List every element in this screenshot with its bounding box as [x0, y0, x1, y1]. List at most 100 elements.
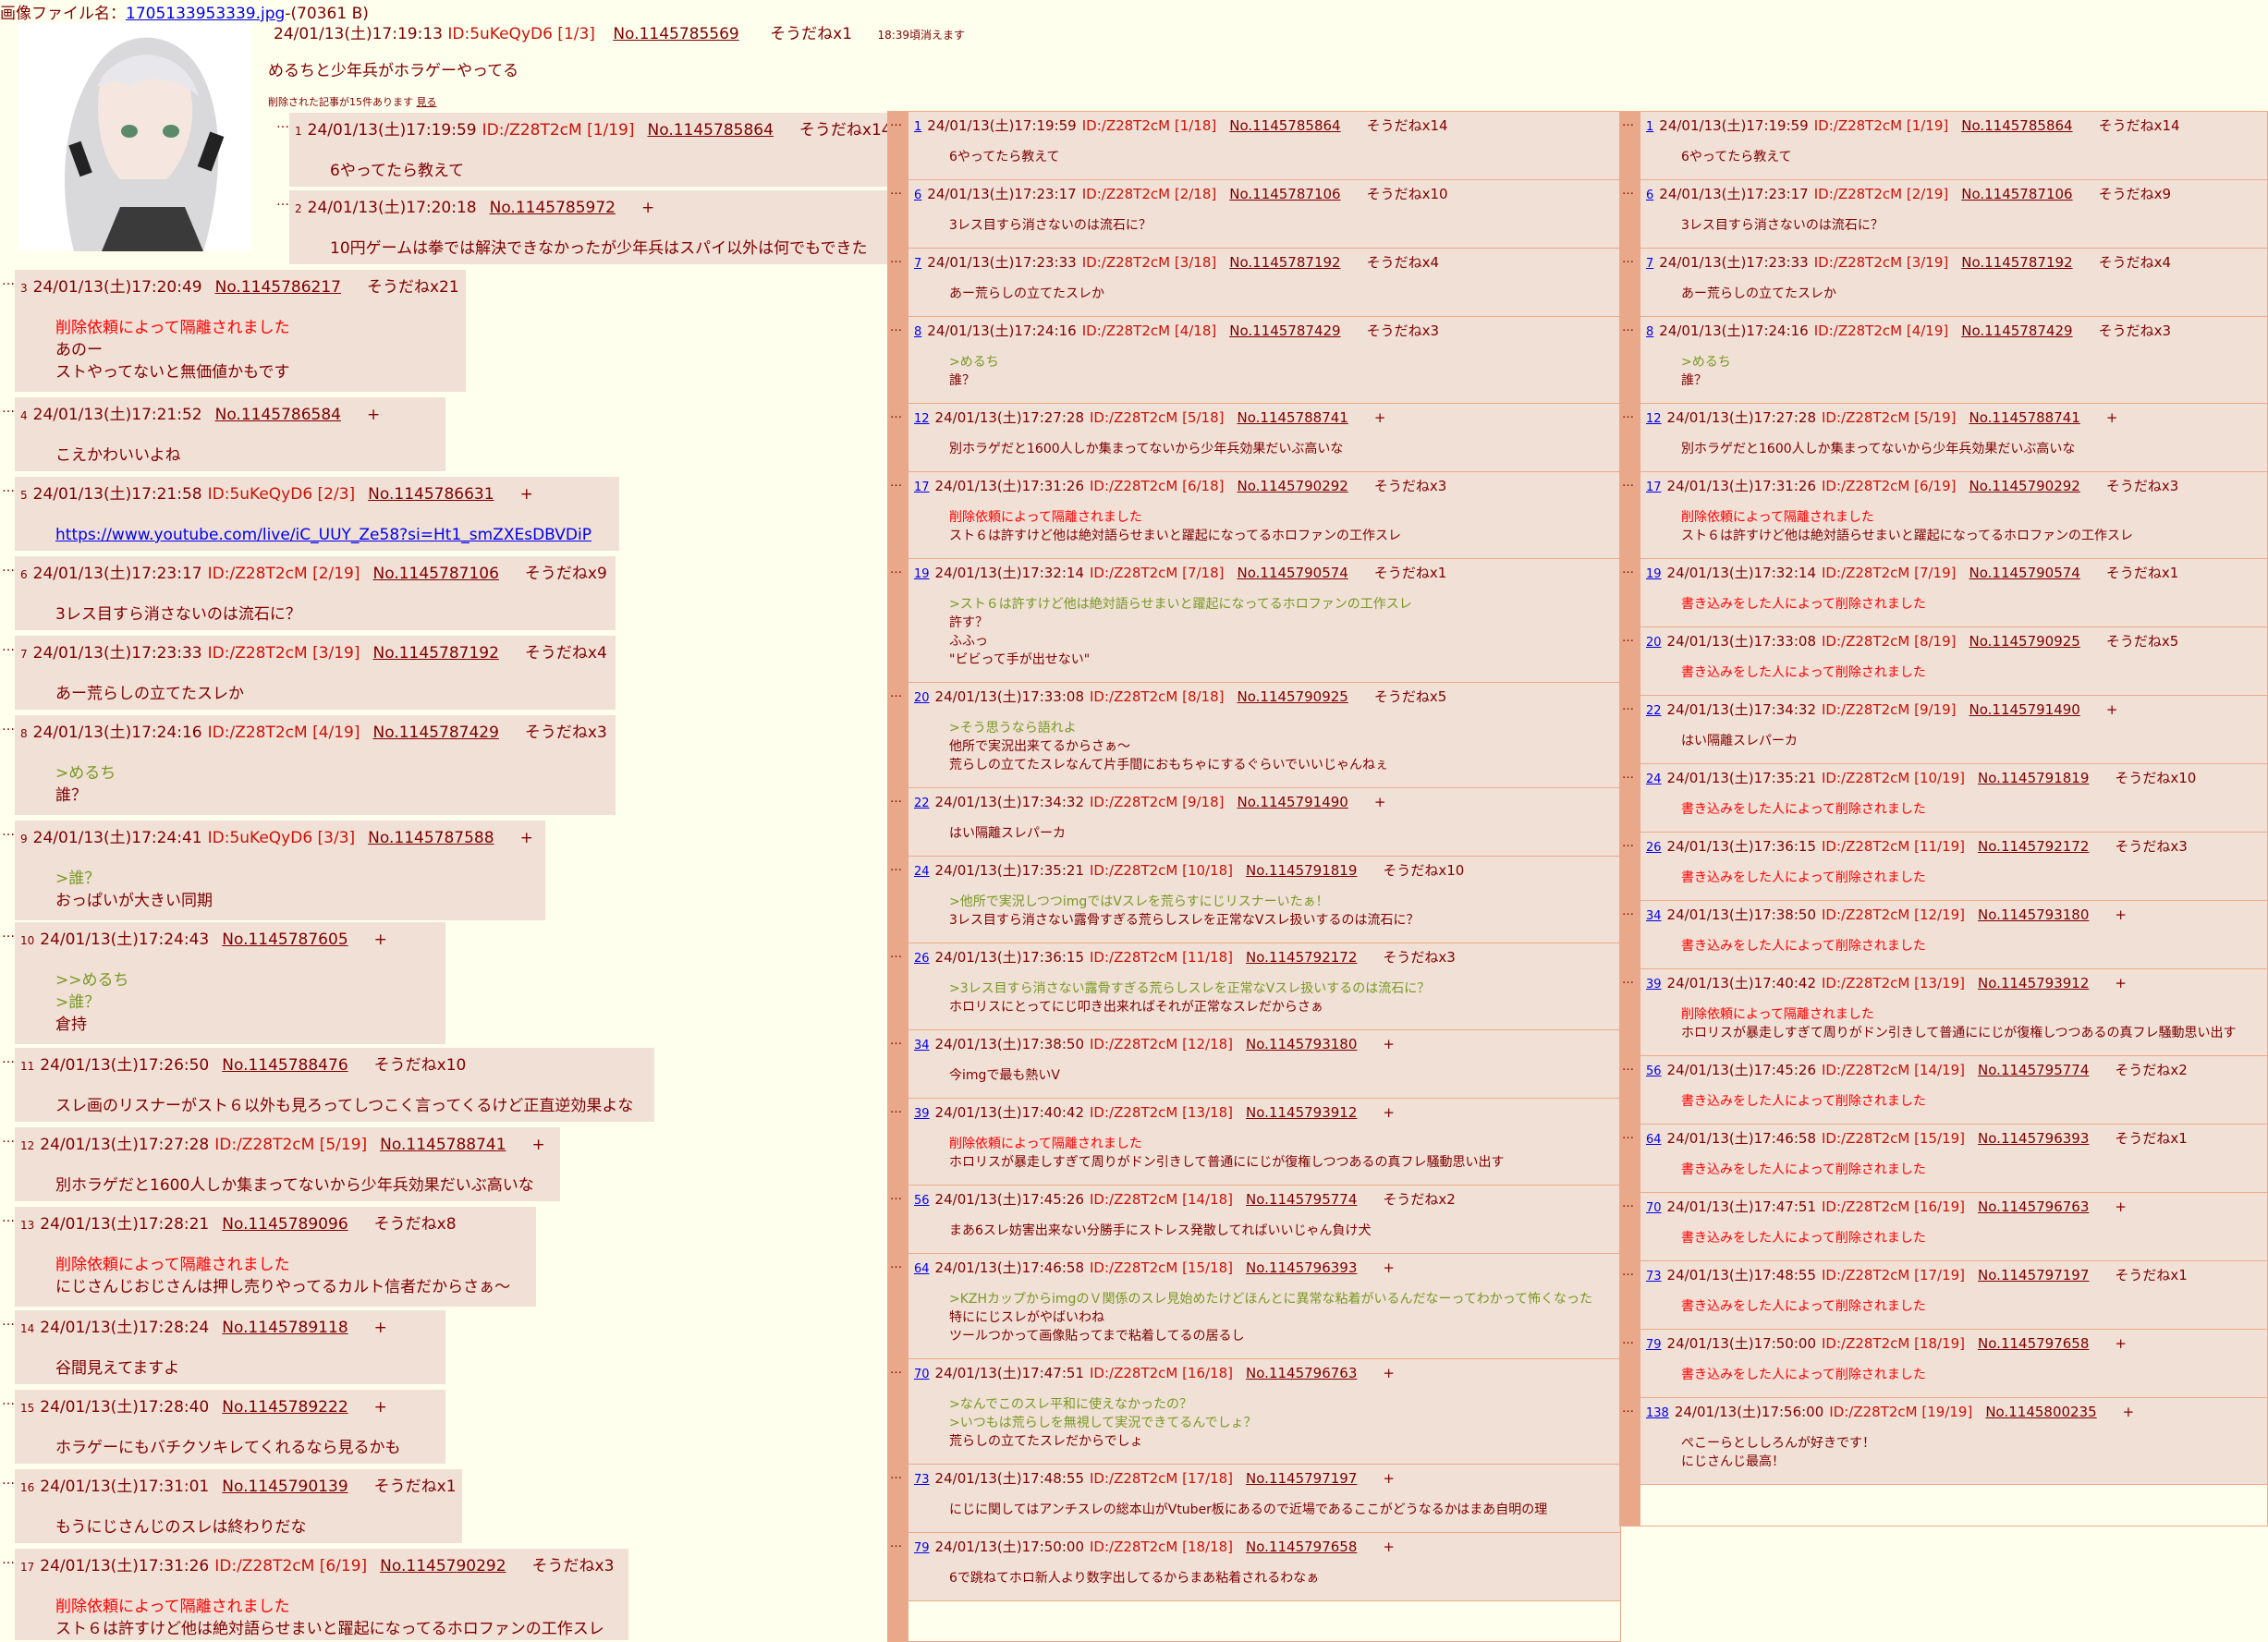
post-no-link[interactable]: No.1145793180: [1246, 1036, 1357, 1052]
post-menu-icon[interactable]: …: [890, 476, 902, 490]
post-no-link[interactable]: No.1145793912: [1246, 1104, 1357, 1121]
deleted-view-link[interactable]: 見る: [417, 96, 437, 108]
post-no-link[interactable]: No.1145787106: [1961, 186, 2072, 202]
post-menu-icon[interactable]: …: [890, 947, 902, 961]
post-menu-icon[interactable]: …: [2, 401, 15, 416]
post-menu-icon[interactable]: …: [1622, 631, 1634, 645]
post-no-link[interactable]: No.1145793912: [1978, 975, 2089, 991]
post-menu-icon[interactable]: …: [890, 184, 902, 198]
sodane-button[interactable]: そうだねx3: [1374, 478, 1446, 494]
sodane-plus-button[interactable]: +: [2115, 906, 2127, 923]
post-menu-icon[interactable]: …: [2, 480, 15, 495]
post-no-link[interactable]: No.1145790925: [1969, 633, 2080, 650]
post-no-link[interactable]: No.1145796763: [1978, 1198, 2089, 1215]
post-number[interactable]: 34: [1646, 909, 1662, 923]
sodane-button[interactable]: そうだねx10: [1367, 186, 1448, 202]
sodane-button[interactable]: そうだねx4: [525, 644, 607, 663]
sodane-button[interactable]: そうだねx1: [1374, 565, 1446, 581]
post-menu-icon[interactable]: …: [1622, 1402, 1634, 1416]
post-no-link[interactable]: No.1145797658: [1978, 1335, 2089, 1352]
post-number[interactable]: 12: [914, 412, 930, 426]
post-menu-icon[interactable]: …: [2, 824, 15, 839]
post-menu-icon[interactable]: …: [1622, 836, 1634, 850]
post-no-link[interactable]: No.1145785864: [1961, 117, 2072, 134]
post-no-link[interactable]: No.1145786584: [215, 406, 341, 424]
post-menu-icon[interactable]: …: [2, 719, 15, 734]
file-link[interactable]: 1705133953339.jpg: [126, 5, 285, 23]
post-number[interactable]: 7: [914, 257, 921, 271]
post-menu-icon[interactable]: …: [2, 639, 15, 654]
post-menu-icon[interactable]: …: [2, 1052, 15, 1066]
post-no-link[interactable]: No.1145790574: [1238, 565, 1348, 581]
sodane-plus-button[interactable]: +: [520, 829, 533, 847]
post-no-link[interactable]: No.1145796763: [1246, 1365, 1357, 1381]
post-number[interactable]: 20: [1646, 636, 1662, 650]
sodane-plus-button[interactable]: +: [532, 1136, 545, 1154]
post-menu-icon[interactable]: …: [1622, 1265, 1634, 1279]
sodane-button[interactable]: そうだねx4: [2099, 254, 2171, 271]
sodane-button[interactable]: そうだねx3: [2115, 838, 2187, 855]
post-no-link[interactable]: No.1145787429: [373, 724, 499, 742]
post-menu-icon[interactable]: …: [1622, 973, 1634, 987]
post-number[interactable]: 24: [914, 865, 930, 879]
sodane-plus-button[interactable]: +: [1383, 1470, 1395, 1487]
post-number[interactable]: 64: [1646, 1133, 1662, 1147]
post-menu-icon[interactable]: …: [1622, 768, 1634, 782]
post-number[interactable]: 79: [914, 1541, 930, 1555]
post-menu-icon[interactable]: …: [890, 116, 902, 129]
post-no-link[interactable]: No.1145787429: [1229, 322, 1340, 339]
post-number[interactable]: 24: [1646, 772, 1662, 786]
sodane-plus-button[interactable]: +: [1383, 1259, 1395, 1276]
post-number[interactable]: 19: [914, 567, 930, 581]
post-no-link[interactable]: No.1145788741: [380, 1136, 506, 1154]
sodane-button[interactable]: そうだねx2: [1383, 1191, 1455, 1208]
sodane-button[interactable]: そうだねx10: [1383, 862, 1464, 879]
post-no-link[interactable]: No.1145788741: [1238, 409, 1348, 426]
sodane-plus-button[interactable]: +: [2115, 1198, 2127, 1215]
post-menu-icon[interactable]: …: [890, 1537, 902, 1551]
post-no-link[interactable]: No.1145790574: [1969, 565, 2080, 581]
post-menu-icon[interactable]: …: [1622, 252, 1634, 266]
post-number[interactable]: 56: [914, 1194, 930, 1208]
sodane-plus-button[interactable]: +: [1374, 409, 1386, 426]
post-no-link[interactable]: No.1145785864: [648, 121, 774, 140]
post-menu-icon[interactable]: …: [890, 563, 902, 577]
sodane-plus-button[interactable]: +: [2106, 409, 2118, 426]
post-no-link[interactable]: No.1145787106: [1229, 186, 1340, 202]
post-menu-icon[interactable]: …: [890, 1034, 902, 1048]
sodane-button[interactable]: そうだねx3: [525, 724, 607, 742]
post-menu-icon[interactable]: …: [2, 1314, 15, 1329]
post-no-link[interactable]: No.1145790139: [222, 1478, 348, 1496]
sodane-button[interactable]: そうだねx1: [2115, 1267, 2187, 1283]
post-menu-icon[interactable]: …: [890, 1258, 902, 1271]
post-menu-icon[interactable]: …: [890, 321, 902, 334]
post-no-link[interactable]: No.1145793180: [1978, 906, 2089, 923]
sodane-plus-button[interactable]: +: [2115, 1335, 2127, 1352]
post-no-link[interactable]: No.1145787106: [373, 565, 499, 583]
post-number[interactable]: 6: [914, 189, 921, 202]
post-menu-icon[interactable]: …: [1622, 116, 1634, 129]
post-no-link[interactable]: No.1145790292: [380, 1557, 506, 1575]
sodane-button[interactable]: そうだねx14: [1367, 117, 1448, 134]
sodane-button[interactable]: そうだねx14: [2099, 117, 2180, 134]
sodane-button[interactable]: そうだねx9: [2099, 186, 2171, 202]
post-number[interactable]: 26: [914, 952, 930, 966]
sodane-button[interactable]: そうだねx8: [374, 1215, 457, 1234]
post-menu-icon[interactable]: …: [890, 407, 902, 421]
post-no-link[interactable]: No.1145797197: [1978, 1267, 2089, 1283]
post-menu-icon[interactable]: …: [276, 194, 289, 209]
sodane-button[interactable]: そうだねx3: [1383, 949, 1455, 966]
sodane-plus-button[interactable]: +: [520, 485, 533, 504]
post-no-link[interactable]: No.1145788741: [1969, 409, 2080, 426]
post-no-link[interactable]: No.1145786631: [368, 485, 494, 504]
sodane-plus-button[interactable]: +: [374, 1398, 387, 1417]
post-url-link[interactable]: https://www.youtube.com/live/iC_UUY_Ze58…: [55, 524, 610, 546]
sodane-button[interactable]: そうだねx14: [799, 121, 892, 140]
post-number[interactable]: 19: [1646, 567, 1662, 581]
op-no-link[interactable]: No.1145785569: [613, 25, 738, 43]
op-sodane-button[interactable]: そうだねx1: [770, 25, 852, 43]
post-number[interactable]: 17: [914, 480, 930, 494]
post-no-link[interactable]: No.1145791490: [1969, 701, 2080, 718]
sodane-button[interactable]: そうだねx2: [2115, 1062, 2187, 1078]
post-menu-icon[interactable]: …: [890, 687, 902, 700]
